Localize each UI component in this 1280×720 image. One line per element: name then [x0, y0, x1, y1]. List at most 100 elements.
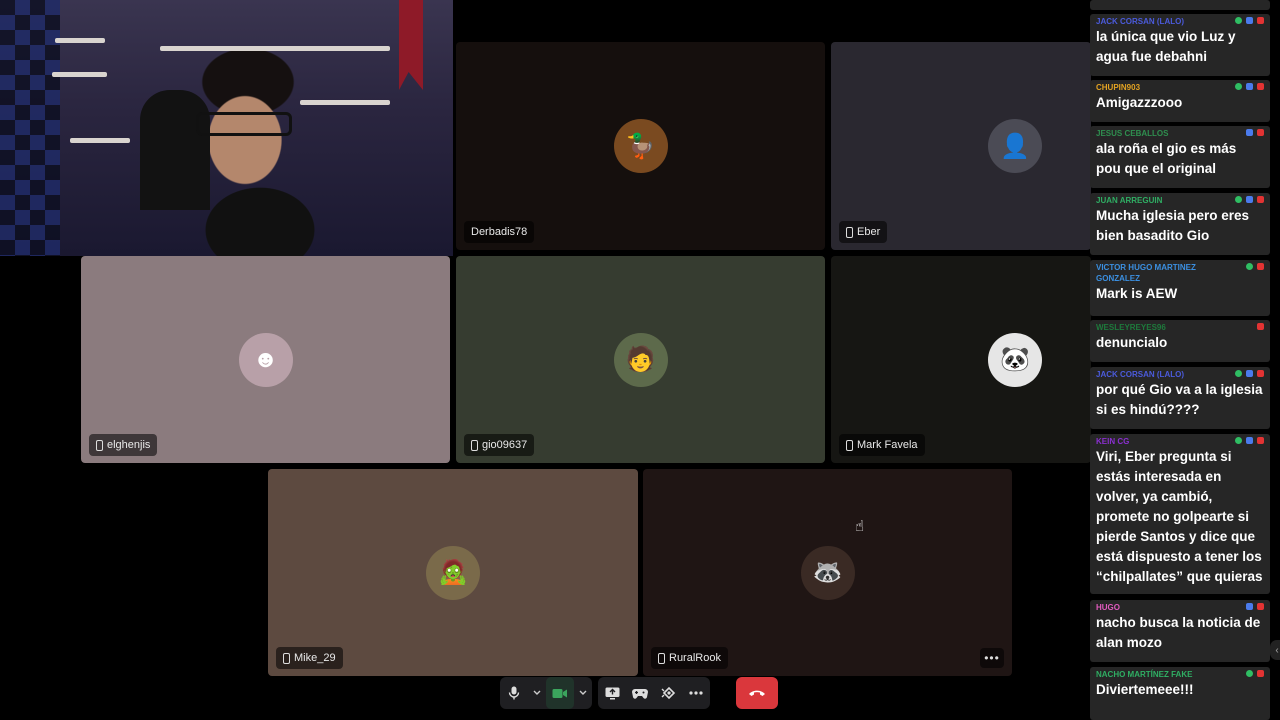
chat-username: VICTOR HUGO MARTINEZ GONZALEZ: [1096, 263, 1196, 283]
blue-badge-icon: [1246, 83, 1253, 90]
more-options-button[interactable]: [682, 677, 710, 709]
sidebar-toggle-button[interactable]: ‹: [1270, 640, 1280, 660]
mobile-icon: [658, 652, 665, 664]
mouse-pointer-icon: ☝: [855, 518, 865, 535]
participant-name-label: elghenjis: [89, 434, 158, 456]
live-chat-overlay: JACK CORSAN (LALO) la única que vio Luz …: [1090, 0, 1270, 720]
participant-tile[interactable]: 🦝 RuralRook •••: [643, 469, 1012, 676]
shelf: [300, 100, 390, 105]
chat-message: JUAN ARREGUIN Mucha iglesia pero eres bi…: [1090, 193, 1270, 255]
audio-settings-chevron[interactable]: [528, 677, 546, 709]
participant-name-label: gio09637: [464, 434, 535, 456]
participant-tile[interactable]: 🐼 Mark Favela: [831, 256, 1091, 463]
participant-tile[interactable]: ☻ elghenjis: [81, 256, 450, 463]
microphone-button[interactable]: [500, 677, 528, 709]
shelf: [55, 38, 105, 43]
blue-badge-icon: [1246, 603, 1253, 610]
chat-message: KEIN CG Viri, Eber pregunta si estás int…: [1090, 434, 1270, 594]
shelf: [70, 138, 130, 143]
blue-badge-icon: [1246, 196, 1253, 203]
more-dots-icon: [689, 691, 703, 695]
chat-message: WESLEYREYES96 denuncialo: [1090, 320, 1270, 362]
call-control-bar: [500, 677, 778, 709]
tile-more-options-button[interactable]: •••: [980, 648, 1004, 668]
chat-message-text: ala roña el gio es más pou que el origin…: [1096, 141, 1237, 176]
shelf: [160, 46, 390, 51]
green-badge-icon: [1235, 196, 1242, 203]
blue-badge-icon: [1246, 437, 1253, 444]
screen-share-button[interactable]: [598, 677, 626, 709]
participant-name-label: Mike_29: [276, 647, 343, 669]
red-badge-icon: [1257, 196, 1264, 203]
participant-tile[interactable]: 🧟 Mike_29: [268, 469, 638, 676]
disconnect-call-button[interactable]: [736, 677, 778, 709]
red-badge-icon: [1257, 670, 1264, 677]
video-camera-icon: [552, 688, 567, 698]
red-badge-icon: [1257, 83, 1264, 90]
participant-tile[interactable]: 👤 Eber: [831, 42, 1091, 250]
chevron-left-icon: ‹: [1275, 644, 1279, 656]
camera-button[interactable]: [546, 677, 574, 709]
gamepad-icon: [632, 688, 648, 699]
green-badge-icon: [1246, 263, 1253, 270]
chat-badges: [1235, 437, 1264, 444]
green-badge-icon: [1235, 83, 1242, 90]
blue-badge-icon: [1246, 370, 1253, 377]
chevron-down-icon: [579, 690, 587, 695]
chat-message-text: nacho busca la noticia de alan mozo: [1096, 615, 1261, 650]
green-badge-icon: [1235, 437, 1242, 444]
red-badge-icon: [1257, 263, 1264, 270]
chat-badges: [1246, 670, 1264, 677]
participant-name-label: Derbadis78: [464, 221, 535, 243]
chat-message-text: Diviertemeee!!!: [1096, 682, 1194, 697]
mobile-icon: [283, 652, 290, 664]
chat-username: JESUS CEBALLOS: [1096, 129, 1169, 138]
mobile-icon: [846, 226, 853, 238]
avatar: 🧟: [426, 545, 480, 600]
chat-message-partial: [1090, 0, 1270, 10]
blue-badge-icon: [1246, 17, 1253, 24]
chat-badges: [1235, 17, 1264, 24]
avatar: 👤: [988, 119, 1042, 173]
red-badge-icon: [1257, 437, 1264, 444]
red-badge-icon: [1257, 370, 1264, 377]
video-settings-chevron[interactable]: [574, 677, 592, 709]
chat-message: JACK CORSAN (LALO) la única que vio Luz …: [1090, 14, 1270, 76]
soundboard-button[interactable]: [654, 677, 682, 709]
mobile-icon: [846, 439, 853, 451]
avatar: 🦝: [800, 545, 855, 600]
participant-tile[interactable]: 🧑 gio09637: [456, 256, 825, 463]
chat-message-text: Amigazzzooo: [1096, 95, 1183, 110]
soundboard-icon: [661, 686, 675, 700]
chat-username: NACHO MARTÍNEZ FAKE: [1096, 670, 1193, 679]
participant-tile[interactable]: 🦆 Derbadis78: [456, 42, 825, 250]
shelf: [52, 72, 107, 77]
activity-controls: [598, 677, 710, 709]
blue-badge-icon: [1246, 129, 1253, 136]
gaming-chair: [140, 90, 210, 210]
chat-badges: [1235, 370, 1264, 377]
flag: [399, 0, 423, 90]
avatar: 🐼: [988, 332, 1042, 387]
chat-message: NACHO MARTÍNEZ FAKE Diviertemeee!!!: [1090, 667, 1270, 720]
chat-message: HUGO nacho busca la noticia de alan mozo: [1090, 600, 1270, 662]
chat-message-text: denuncialo: [1096, 335, 1168, 350]
chat-username: WESLEYREYES96: [1096, 323, 1166, 332]
red-badge-icon: [1257, 603, 1264, 610]
chat-username: HUGO: [1096, 603, 1120, 612]
streamer-webcam: [0, 0, 453, 256]
green-badge-icon: [1235, 17, 1242, 24]
glasses: [196, 112, 292, 136]
participant-name-label: Eber: [839, 221, 888, 243]
activities-button[interactable]: [626, 677, 654, 709]
chat-message-text: Mucha iglesia pero eres bien basadito Gi…: [1096, 208, 1250, 243]
chat-message-text: Mark is AEW: [1096, 286, 1178, 301]
avatar: 🧑: [613, 332, 668, 387]
screen-share-icon: [605, 687, 619, 699]
chat-badges: [1246, 603, 1264, 610]
chevron-down-icon: [533, 690, 541, 695]
chat-message: VICTOR HUGO MARTINEZ GONZALEZ Mark is AE…: [1090, 260, 1270, 316]
acoustic-foam-wall: [0, 0, 60, 256]
red-badge-icon: [1257, 129, 1264, 136]
red-badge-icon: [1257, 17, 1264, 24]
